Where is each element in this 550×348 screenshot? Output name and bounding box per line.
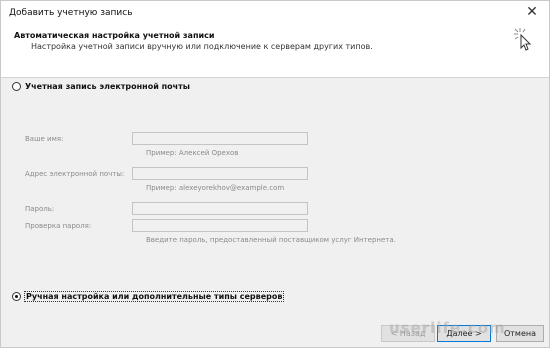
email-account-option[interactable]: Учетная запись электронной почты [12,82,190,91]
email-hint: Пример: alexeyorekhov@example.com [146,184,285,192]
manual-setup-option[interactable]: Ручная настройка или дополнительные типы… [12,291,285,302]
email-account-radio[interactable] [12,82,21,91]
name-hint: Пример: Алексей Орехов [146,149,239,157]
manual-setup-radio[interactable] [12,292,21,301]
confirm-password-label: Проверка пароля: [25,222,92,230]
add-account-dialog: Добавить учетную запись ✕ Автоматическая… [0,0,550,348]
window-title: Добавить учетную запись [9,8,133,18]
cursor-click-icon [514,28,532,51]
confirm-password-input[interactable] [132,219,308,232]
name-input[interactable] [132,132,308,145]
watermark: userlife.com [389,319,506,337]
email-input[interactable] [132,167,308,180]
manual-setup-label: Ручная настройка или дополнительные типы… [23,291,285,302]
name-label: Ваше имя: [25,135,64,143]
email-account-label: Учетная запись электронной почты [25,82,190,91]
password-hint: Введите пароль, предоставленный поставщи… [146,236,396,244]
wizard-content: Учетная запись электронной почты Ваше им… [1,78,549,321]
header-title: Автоматическая настройка учетной записи [14,31,215,40]
password-input[interactable] [132,202,308,215]
wizard-header: Автоматическая настройка учетной записи … [1,25,549,78]
password-label: Пароль: [25,205,55,213]
title-bar: Добавить учетную запись ✕ [1,1,549,25]
email-label: Адрес электронной почты: [25,170,125,178]
close-icon[interactable]: ✕ [524,4,540,20]
header-subtitle: Настройка учетной записи вручную или под… [31,42,373,51]
